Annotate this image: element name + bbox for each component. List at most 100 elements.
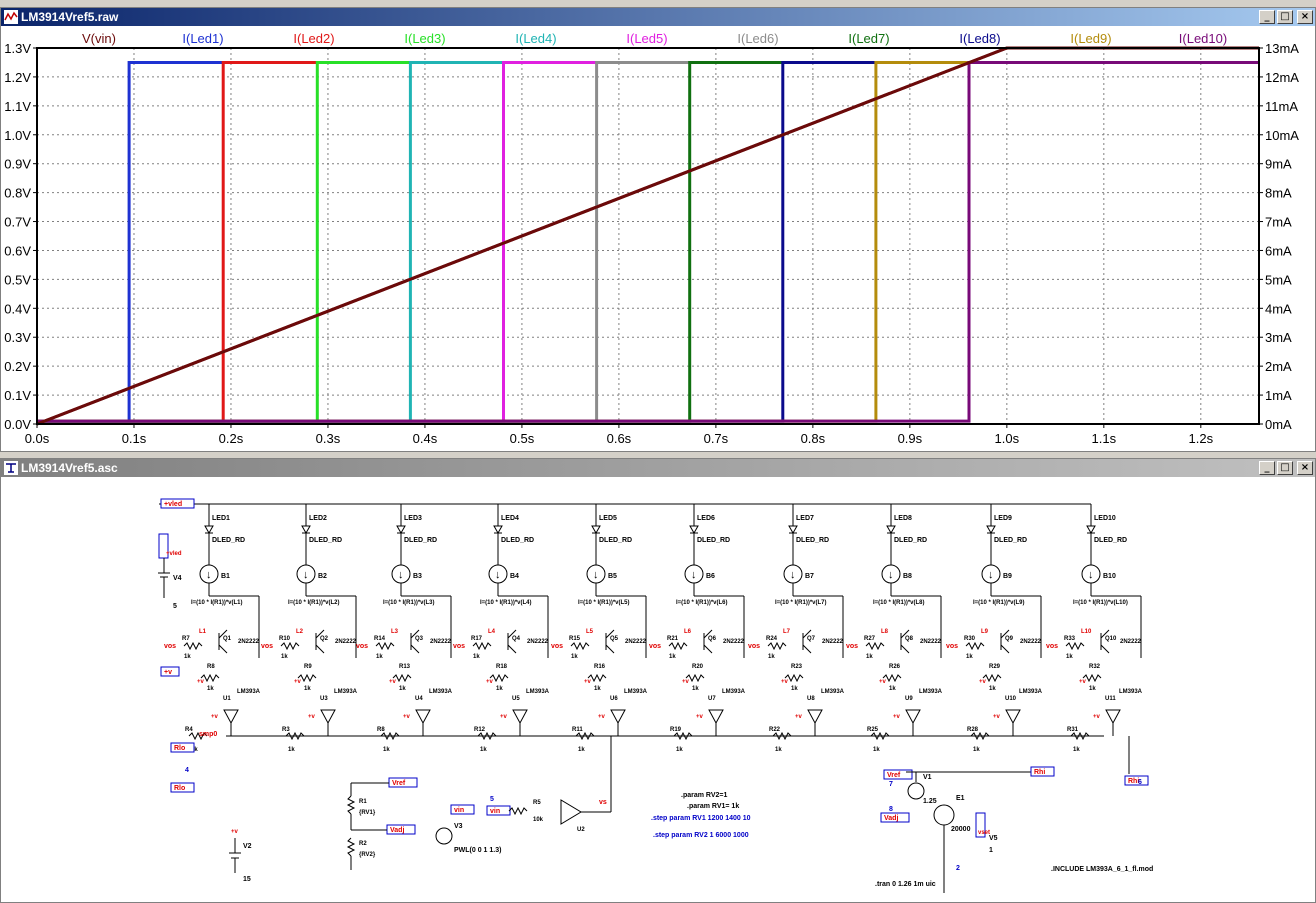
schematic-titlebar[interactable]: LM3914Vref5.asc _ □ × <box>1 459 1315 477</box>
series-line-iled9 <box>37 61 1259 423</box>
net-label: L1 <box>199 629 207 635</box>
comparator-name: U11 <box>1105 696 1116 702</box>
series-line-iled6 <box>37 61 1259 423</box>
led-diode <box>493 525 503 535</box>
y-tick-label-right: 13mA <box>1265 41 1299 56</box>
v1-symbol <box>907 782 925 800</box>
step-line: .step param RV2 1 6000 1000 <box>653 832 749 839</box>
schematic-canvas[interactable]: LED1 DLED_RD ↓ B1 I=(10 * I(R1))*v(L1) L1 Q1 2N… <box>1 478 1315 903</box>
divider-resistor-value: 1k <box>288 747 295 753</box>
base-resistor <box>280 641 300 651</box>
x-tick-label: 1.1s <box>1092 431 1117 446</box>
series-line-vvin <box>36 46 1259 426</box>
led-model: DLED_RD <box>796 537 829 544</box>
net-label: L5 <box>586 629 594 635</box>
base-resistor-name: R21 <box>667 636 679 642</box>
emitter-resistor-name: R26 <box>889 664 901 670</box>
v1-name: V1 <box>923 774 932 781</box>
current-source-arrow: ↓ <box>1088 569 1094 581</box>
comparator-model: LM393A <box>334 689 358 695</box>
schematic-window: LM3914Vref5.asc _ □ × LED1 DLED_RD ↓ B1 I=(1… <box>0 458 1316 903</box>
divider-resistor-name: R11 <box>572 727 583 733</box>
emitter-resistor-name: R20 <box>692 664 704 670</box>
comparator-name: U1 <box>223 696 231 702</box>
comparator-name: U3 <box>320 696 328 702</box>
y-tick-label-left: 0.5V <box>4 272 31 287</box>
transistor-emitter <box>218 644 228 654</box>
y-tick-label-right: 9mA <box>1265 157 1292 172</box>
minimize-button[interactable]: _ <box>1259 461 1275 475</box>
y-tick-label-left: 0.8V <box>4 186 31 201</box>
maximize-button[interactable]: □ <box>1277 461 1293 475</box>
emitter-resistor-name: R32 <box>1089 664 1101 670</box>
current-source-name: B5 <box>608 573 617 580</box>
current-source-name: B10 <box>1103 573 1116 580</box>
net-vos-label: vos <box>1046 643 1058 650</box>
param-line: .param RV1= 1k <box>687 803 739 810</box>
comparator-vplus-label: +v <box>795 714 803 720</box>
x-tick-label: 0.7s <box>704 431 729 446</box>
y-tick-label-left: 0.0V <box>4 417 31 432</box>
waveform-window: LM3914Vref5.raw _ □ × 0.0s 0.1s 0.2s 0.3s 0.… <box>0 7 1316 452</box>
current-source-name: B8 <box>903 573 912 580</box>
param-line: .param RV2=1 <box>681 792 727 799</box>
current-source-arrow: ↓ <box>495 569 501 581</box>
x-tick-label: 0.3s <box>316 431 341 446</box>
base-resistor <box>1065 641 1085 651</box>
transistor-name: Q5 <box>610 636 619 642</box>
waveform-plot[interactable]: 0.0s 0.1s 0.2s 0.3s 0.4s 0.5s 0.6s 0.7s 0.8s 0.9s… <box>1 27 1315 452</box>
r2-value: {RV2} <box>359 852 376 858</box>
net-vos-label: vos <box>649 643 661 650</box>
current-source-expr: I=(10 * I(R1))*v(L4) <box>480 600 532 606</box>
base-resistor-name: R27 <box>864 636 876 642</box>
legend-entry: I(Led4) <box>515 31 556 46</box>
v4-name: V4 <box>173 575 182 582</box>
transistor-emitter <box>1000 644 1010 654</box>
minimize-button[interactable]: _ <box>1259 10 1275 24</box>
base-resistor-name: R17 <box>471 636 483 642</box>
led-name: LED4 <box>501 515 519 522</box>
current-source-name: B7 <box>805 573 814 580</box>
x-tick-label: 0.8s <box>801 431 826 446</box>
base-resistor-name: R15 <box>569 636 581 642</box>
net-vos-label: vos <box>261 643 273 650</box>
net-v-label: +v <box>584 679 592 685</box>
y-tick-label-left: 1.1V <box>4 99 31 114</box>
transistor-name: Q9 <box>1005 636 1014 642</box>
comparator-vplus-label: +v <box>893 714 901 720</box>
current-source-expr: I=(10 * I(R1))*v(L1) <box>191 600 243 606</box>
waveform-titlebar[interactable]: LM3914Vref5.raw _ □ × <box>1 8 1315 26</box>
x-tick-label: 0.1s <box>122 431 147 446</box>
series-line-iled7 <box>37 61 1259 423</box>
base-resistor-value: 1k <box>376 654 383 660</box>
v3-symbol <box>435 827 453 845</box>
led-diode <box>396 525 406 535</box>
vadj-node-number: 8 <box>889 806 893 813</box>
emitter-resistor-name: R23 <box>791 664 803 670</box>
net-smp0-label: smp0 <box>199 731 217 738</box>
net-label: L7 <box>783 629 791 635</box>
x-tick-label: 0.2s <box>219 431 244 446</box>
y-tick-label-right: 6mA <box>1265 243 1292 258</box>
close-button[interactable]: × <box>1297 461 1313 475</box>
emitter-resistor-name: R29 <box>989 664 1001 670</box>
comparator-name: U8 <box>807 696 815 702</box>
rhi-right: Rhi <box>1034 769 1045 776</box>
close-button[interactable]: × <box>1297 10 1313 24</box>
base-resistor-value: 1k <box>1066 654 1073 660</box>
current-source-arrow: ↓ <box>790 569 796 581</box>
y-tick-label-right: 3mA <box>1265 330 1292 345</box>
net-vos-label: vos <box>748 643 760 650</box>
r5-name: R5 <box>533 800 541 806</box>
transistor-name: Q1 <box>223 636 232 642</box>
maximize-button[interactable]: □ <box>1277 10 1293 24</box>
comparator-model: LM393A <box>1119 689 1143 695</box>
transistor-emitter <box>1100 644 1110 654</box>
legend-entry: I(Led2) <box>293 31 334 46</box>
base-resistor-value: 1k <box>184 654 191 660</box>
transistor-emitter <box>315 644 325 654</box>
divider-resistor-value: 1k <box>676 747 683 753</box>
emitter-resistor-value: 1k <box>496 686 503 692</box>
base-resistor <box>375 641 395 651</box>
y-tick-label-left: 0.1V <box>4 388 31 403</box>
